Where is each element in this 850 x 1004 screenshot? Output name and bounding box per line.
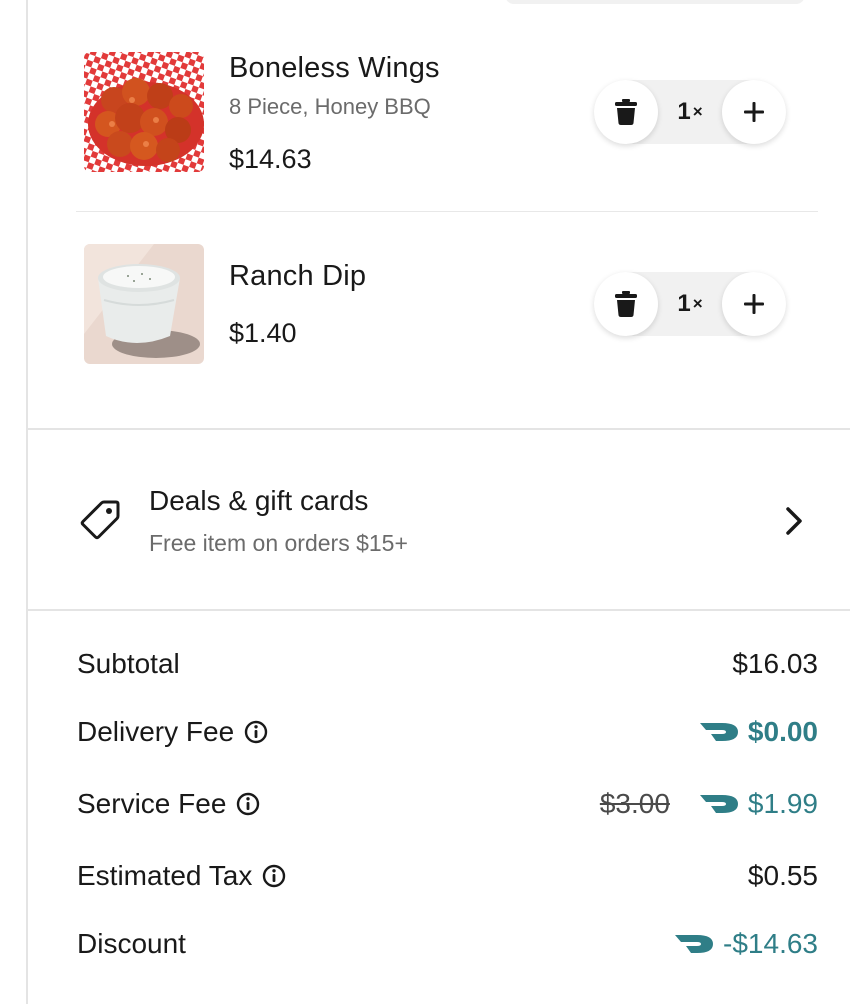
quantity-stepper: 1 × — [594, 80, 786, 144]
delivery-fee-label: Delivery Fee — [77, 716, 235, 747]
service-fee-row: Service Fee $3.00 $1.99 — [77, 788, 818, 828]
quantity-display: 1 × — [658, 80, 722, 144]
discount-value: -$14.63 — [723, 928, 818, 959]
deals-subtitle: Free item on orders $15+ — [149, 530, 408, 556]
dashpass-icon — [699, 723, 738, 741]
item-name: Boneless Wings — [229, 52, 440, 84]
service-fee-label: Service Fee — [77, 788, 227, 819]
delivery-fee-label-group: Delivery Fee — [77, 716, 268, 748]
remove-item-button[interactable] — [594, 80, 658, 144]
item-price: $1.40 — [229, 318, 297, 348]
plus-icon — [744, 102, 764, 122]
service-fee-label-group: Service Fee — [77, 788, 260, 820]
service-fee-original-value: $3.00 — [599, 788, 670, 819]
quantity-suffix: × — [692, 102, 703, 121]
estimated-tax-row: Estimated Tax $0.55 — [77, 860, 818, 900]
estimated-tax-value: $0.55 — [747, 860, 818, 891]
discount-row: Discount -$14.63 — [77, 928, 818, 968]
quantity-suffix: × — [692, 294, 703, 313]
item-price: $14.63 — [229, 144, 312, 174]
cart-item-ranch-dip: Ranch Dip $1.40 1 × — [76, 244, 818, 374]
discount-value-group: -$14.63 — [675, 928, 818, 960]
tag-icon — [80, 500, 120, 540]
dashpass-icon — [675, 935, 714, 953]
remove-item-button[interactable] — [594, 272, 658, 336]
trash-icon — [615, 99, 637, 125]
service-fee-value-group: $3.00 $1.99 — [600, 788, 818, 820]
dashpass-icon — [699, 795, 738, 813]
ranch-dip-image — [84, 244, 204, 364]
increase-quantity-button[interactable] — [722, 272, 786, 336]
item-name: Ranch Dip — [229, 260, 367, 292]
quantity-display: 1 × — [658, 272, 722, 336]
estimated-tax-label-group: Estimated Tax — [77, 860, 286, 892]
deals-gift-cards-row[interactable]: Deals & gift cards Free item on orders $… — [28, 430, 850, 609]
item-options: 8 Piece, Honey BBQ — [229, 94, 431, 119]
subtotal-row: Subtotal $16.03 — [77, 648, 818, 688]
delivery-fee-row: Delivery Fee $0.00 — [77, 716, 818, 756]
info-icon[interactable] — [244, 720, 268, 744]
section-divider — [28, 609, 850, 611]
subtotal-label: Subtotal — [77, 648, 180, 679]
service-fee-value: $1.99 — [747, 788, 818, 819]
subtotal-value: $16.03 — [732, 648, 818, 679]
increase-quantity-button[interactable] — [722, 80, 786, 144]
delivery-fee-value-group: $0.00 — [699, 716, 818, 748]
delivery-fee-value: $0.00 — [747, 716, 818, 747]
discount-label: Discount — [77, 928, 186, 959]
quantity-value: 1 — [677, 290, 691, 317]
top-pill — [505, 0, 805, 4]
info-icon[interactable] — [262, 864, 286, 888]
cart-item-boneless-wings: Boneless Wings 8 Piece, Honey BBQ $14.63… — [76, 52, 818, 212]
plus-icon — [744, 294, 764, 314]
info-icon[interactable] — [236, 792, 260, 816]
chevron-right-icon — [786, 507, 802, 535]
trash-icon — [615, 291, 637, 317]
quantity-value: 1 — [677, 98, 691, 125]
boneless-wings-image — [84, 52, 204, 172]
estimated-tax-label: Estimated Tax — [77, 860, 253, 891]
deals-title: Deals & gift cards — [149, 485, 369, 516]
quantity-stepper: 1 × — [594, 272, 786, 336]
